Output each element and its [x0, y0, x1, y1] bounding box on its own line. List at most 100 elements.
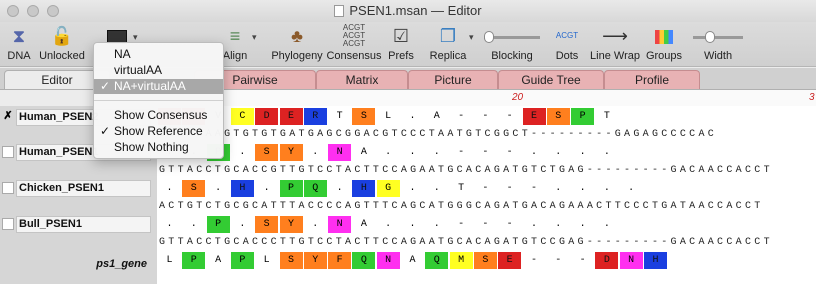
aa-cell[interactable]: D	[255, 108, 280, 125]
aa-cell[interactable]: .	[158, 180, 182, 197]
align-button[interactable]: ≡ Align	[220, 24, 250, 62]
tab-profile[interactable]: Profile	[604, 70, 700, 89]
tab-picture[interactable]: Picture	[408, 70, 498, 89]
aa-cell[interactable]: .	[303, 216, 328, 233]
menu-item-virtualaa[interactable]: virtualAA	[94, 63, 223, 78]
blocking-slider[interactable]: Blocking	[482, 24, 542, 62]
aa-cell[interactable]: A	[206, 252, 231, 269]
aa-cell[interactable]: T	[595, 108, 620, 125]
aa-cell[interactable]: .	[522, 144, 547, 161]
aa-cell[interactable]: Q	[303, 180, 328, 197]
aa-cell[interactable]: -	[498, 180, 523, 197]
align-chevron-icon[interactable]: ▾	[252, 32, 257, 43]
dots-button[interactable]: ACGT Dots	[552, 24, 582, 62]
aa-cell[interactable]: .	[328, 180, 353, 197]
aa-cell[interactable]: H	[230, 180, 255, 197]
aa-cell[interactable]: R	[303, 108, 328, 125]
aa-cell[interactable]: .	[158, 216, 182, 233]
replica-button[interactable]: ❐ Replica	[428, 24, 468, 62]
aa-cell[interactable]: -	[449, 144, 474, 161]
aa-cell[interactable]: P	[230, 252, 255, 269]
aa-cell[interactable]: S	[352, 108, 377, 125]
aa-cell[interactable]: .	[425, 180, 450, 197]
dna-button[interactable]: ⧗ DNA	[4, 24, 34, 62]
aa-cell[interactable]: P	[206, 216, 231, 233]
menu-item-show-reference[interactable]: ✓ Show Reference	[94, 124, 223, 139]
menu-item-na[interactable]: NA	[94, 47, 223, 62]
aa-cell[interactable]: A	[352, 216, 377, 233]
aa-cell[interactable]: P	[571, 108, 596, 125]
width-slider[interactable]: Width	[690, 24, 746, 62]
aa-cell[interactable]: P	[182, 252, 207, 269]
aa-cell[interactable]: .	[425, 144, 450, 161]
aa-cell[interactable]: .	[230, 216, 255, 233]
aa-cell[interactable]: -	[473, 216, 498, 233]
prefs-button[interactable]: ☑ Prefs	[386, 24, 416, 62]
alignment-pane[interactable]: EEVCDERTSL.A---ESPT GGAAGAAGTGTGTGATGAGC…	[157, 106, 816, 284]
aa-cell[interactable]: F	[328, 252, 353, 269]
aa-cell[interactable]: S	[182, 180, 207, 197]
aa-cell[interactable]: A	[352, 144, 377, 161]
aa-cell[interactable]: .	[401, 144, 425, 161]
aa-cell[interactable]: .	[522, 216, 547, 233]
consensus-button[interactable]: ACGT ACGT ACGT Consensus	[326, 24, 382, 63]
aa-cell[interactable]: Y	[279, 216, 304, 233]
tab-matrix[interactable]: Matrix	[316, 70, 408, 89]
unlocked-button[interactable]: 🔓 Unlocked	[38, 24, 86, 62]
aa-cell[interactable]: .	[595, 216, 620, 233]
menu-item-na-virtualaa[interactable]: ✓ NA+virtualAA	[94, 79, 223, 94]
aa-cell[interactable]: .	[546, 180, 571, 197]
aa-cell[interactable]: S	[255, 144, 280, 161]
aa-cell[interactable]: L	[158, 252, 182, 269]
aa-cell[interactable]: -	[498, 108, 523, 125]
aa-cell[interactable]: N	[328, 216, 353, 233]
aa-cell[interactable]: L	[376, 108, 401, 125]
aa-cell[interactable]: S	[255, 216, 280, 233]
aa-cell[interactable]: Q	[352, 252, 377, 269]
aa-cell[interactable]: .	[571, 144, 596, 161]
aa-cell[interactable]: Q	[425, 252, 450, 269]
aa-cell[interactable]: .	[401, 216, 425, 233]
row-checkbox-human-psen1[interactable]	[2, 146, 14, 158]
aa-cell[interactable]: .	[401, 180, 425, 197]
aa-cell[interactable]: .	[255, 180, 280, 197]
aa-cell[interactable]: S	[546, 108, 571, 125]
aa-cell[interactable]: -	[522, 180, 547, 197]
aa-cell[interactable]: S	[279, 252, 304, 269]
menu-item-show-consensus[interactable]: Show Consensus	[94, 108, 223, 123]
aa-cell[interactable]: G	[376, 180, 401, 197]
aa-cell[interactable]: -	[522, 252, 547, 269]
phylogeny-button[interactable]: ♣ Phylogeny	[271, 24, 323, 62]
aa-cell[interactable]: .	[595, 144, 620, 161]
aa-cell[interactable]: -	[571, 252, 596, 269]
sequence-name-ps1-gene[interactable]: ps1_gene	[16, 257, 151, 274]
aa-cell[interactable]: N	[376, 252, 401, 269]
aa-cell[interactable]: .	[376, 144, 401, 161]
aa-cell[interactable]: T	[328, 108, 353, 125]
sequence-name-bull-psen1[interactable]: Bull_PSEN1	[16, 216, 151, 233]
aa-cell[interactable]: P	[279, 180, 304, 197]
tab-guide-tree[interactable]: Guide Tree	[498, 70, 604, 89]
aa-cell[interactable]: E	[522, 108, 547, 125]
aa-cell[interactable]: -	[449, 216, 474, 233]
groups-button[interactable]: Groups	[644, 24, 684, 62]
aa-cell[interactable]: .	[206, 180, 231, 197]
aa-cell[interactable]: A	[425, 108, 450, 125]
aa-cell[interactable]: Y	[279, 144, 304, 161]
aa-cell[interactable]: -	[498, 144, 523, 161]
aa-cell[interactable]: H	[352, 180, 377, 197]
menu-item-show-nothing[interactable]: Show Nothing	[94, 140, 223, 155]
aa-cell[interactable]: -	[473, 144, 498, 161]
aa-cell[interactable]: .	[595, 180, 620, 197]
sequence-name-chicken-psen1[interactable]: Chicken_PSEN1	[16, 180, 151, 197]
aa-cell[interactable]: S	[473, 252, 498, 269]
row-marker-icon[interactable]: ✗	[2, 111, 14, 123]
aa-cell[interactable]: E	[279, 108, 304, 125]
aa-cell[interactable]: .	[182, 216, 207, 233]
aa-cell[interactable]: T	[449, 180, 474, 197]
aa-cell[interactable]: -	[546, 252, 571, 269]
aa-cell[interactable]: N	[619, 252, 644, 269]
aa-cell[interactable]: .	[303, 144, 328, 161]
aa-cell[interactable]: .	[571, 180, 596, 197]
aa-cell[interactable]: A	[401, 252, 425, 269]
